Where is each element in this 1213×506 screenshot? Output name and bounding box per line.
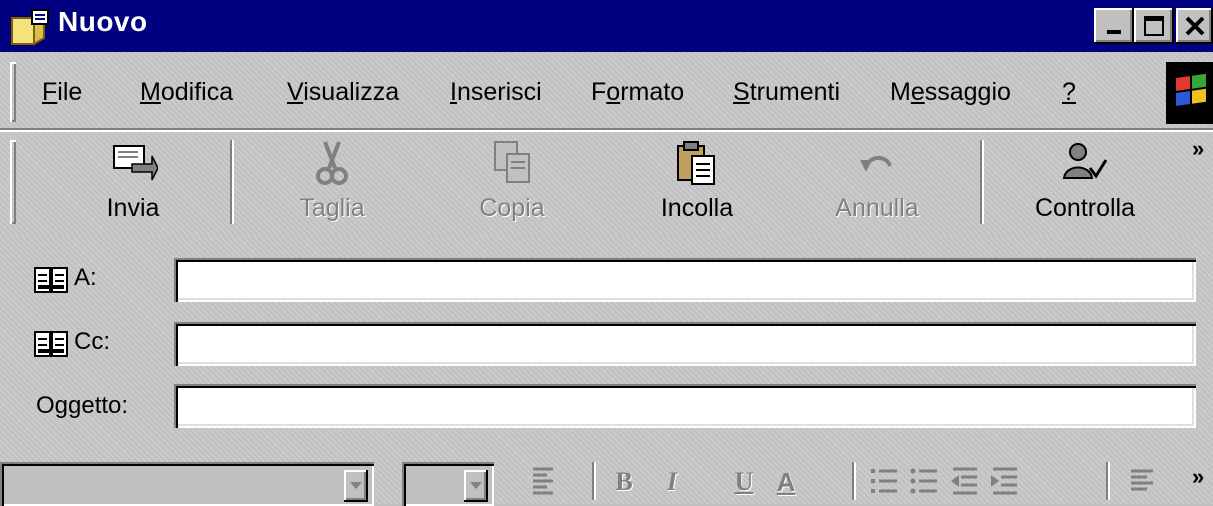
to-label: A: xyxy=(74,264,97,291)
italic-button[interactable]: I xyxy=(654,460,690,504)
toolbar-overflow-chevron-icon[interactable]: » xyxy=(1192,136,1204,162)
toolbar-grip[interactable] xyxy=(10,140,16,224)
scissors-icon xyxy=(316,141,348,185)
menu-help[interactable]: ? xyxy=(1062,78,1076,107)
menu-inserisci[interactable]: Inserisci xyxy=(450,78,542,107)
cc-field[interactable] xyxy=(174,322,1196,366)
decrease-indent-icon xyxy=(951,467,977,495)
copy-label: Copia xyxy=(479,194,545,222)
copy-icon xyxy=(494,141,530,183)
undo-button[interactable]: Annulla xyxy=(802,134,952,230)
subject-label: Oggetto: xyxy=(36,392,129,419)
bold-button[interactable]: B xyxy=(606,460,642,504)
menu-file[interactable]: File xyxy=(42,78,82,107)
menu-visualizza[interactable]: Visualizza xyxy=(287,78,399,107)
paragraph-style-icon xyxy=(533,467,553,495)
chevron-down-icon[interactable] xyxy=(344,470,368,502)
numbered-list-icon xyxy=(871,469,897,493)
undo-label: Annulla xyxy=(835,194,919,222)
align-left-icon xyxy=(1131,469,1153,491)
toolbar-separator xyxy=(980,140,982,224)
toolbar-separator xyxy=(1106,462,1108,500)
bullet-list-button[interactable] xyxy=(906,460,942,504)
numbered-list-button[interactable] xyxy=(866,460,902,504)
send-icon xyxy=(113,145,158,181)
decrease-indent-button[interactable] xyxy=(946,460,982,504)
check-names-icon xyxy=(1062,143,1108,179)
cut-button[interactable]: Taglia xyxy=(257,134,407,230)
paragraph-style-button[interactable] xyxy=(524,460,560,504)
chevron-down-icon[interactable] xyxy=(464,470,488,502)
send-label: Invia xyxy=(106,194,160,222)
increase-indent-button[interactable] xyxy=(986,460,1022,504)
paste-icon xyxy=(677,141,715,185)
font-size-combo[interactable] xyxy=(402,462,494,506)
new-message-icon xyxy=(10,8,50,46)
windows-logo-icon xyxy=(1166,62,1213,124)
toolbar-separator xyxy=(852,462,854,500)
check-names-button[interactable]: Controlla xyxy=(1010,134,1160,230)
minimize-button[interactable] xyxy=(1094,8,1134,44)
toolbar-separator xyxy=(592,462,594,500)
paste-button[interactable]: Incolla xyxy=(622,134,772,230)
cut-label: Taglia xyxy=(299,194,365,222)
bullet-list-icon xyxy=(910,468,937,494)
underline-button[interactable]: U xyxy=(726,460,762,504)
font-color-button[interactable]: A xyxy=(768,460,804,504)
close-button[interactable] xyxy=(1176,8,1213,44)
title-bar[interactable] xyxy=(0,0,1213,52)
subject-field[interactable] xyxy=(174,384,1196,428)
align-left-button[interactable] xyxy=(1124,460,1160,504)
increase-indent-icon xyxy=(991,467,1017,495)
minimize-icon xyxy=(1107,30,1121,34)
menu-strumenti[interactable]: Strumenti xyxy=(733,78,840,107)
menu-formato[interactable]: Formato xyxy=(591,78,684,107)
toolbar-separator xyxy=(230,140,232,224)
format-toolbar-overflow-chevron-icon[interactable]: » xyxy=(1192,464,1204,490)
paste-label: Incolla xyxy=(660,194,734,222)
copy-button[interactable]: Copia xyxy=(437,134,587,230)
maximize-icon xyxy=(1144,16,1164,36)
font-name-combo[interactable] xyxy=(0,462,374,506)
undo-icon xyxy=(860,156,892,172)
check-names-label: Controlla xyxy=(1034,194,1136,222)
address-book-icon[interactable] xyxy=(34,330,68,358)
cc-label: Cc: xyxy=(74,328,110,355)
to-field[interactable] xyxy=(174,258,1196,302)
send-button[interactable]: Invia xyxy=(58,134,208,230)
close-icon xyxy=(1185,16,1204,36)
window-title: Nuovo xyxy=(58,6,148,37)
menu-modifica[interactable]: Modifica xyxy=(140,78,233,107)
menu-messaggio[interactable]: Messaggio xyxy=(890,78,1011,107)
address-book-icon[interactable] xyxy=(34,266,68,294)
maximize-button[interactable] xyxy=(1134,8,1174,44)
menu-bar-grip[interactable] xyxy=(10,62,16,122)
